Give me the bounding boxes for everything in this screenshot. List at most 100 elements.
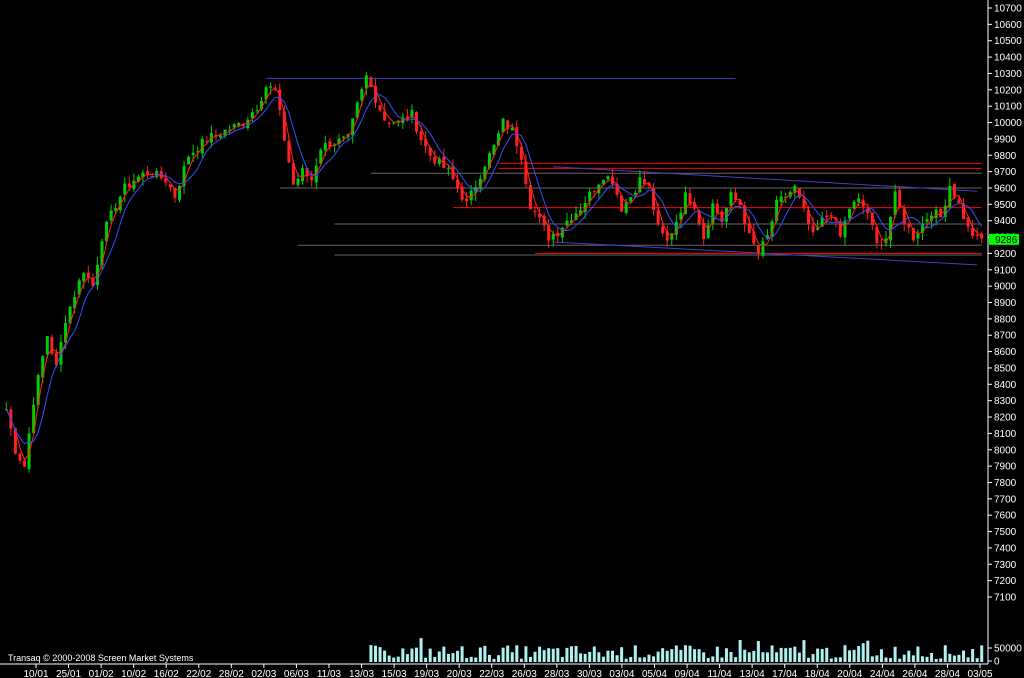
volume-bar [410,648,414,662]
y-tick-label: 8900 [994,298,1017,309]
y-tick-label: 9800 [994,151,1017,162]
volume-bar [633,645,637,662]
candle-body [879,244,883,246]
last-price-marker: 9286 [989,233,1019,246]
candle-body [934,209,938,218]
x-tick-label: 28/03 [544,669,569,678]
volume-bar [802,640,806,662]
volume-bar [588,651,592,662]
volume-bar [519,658,523,662]
y-tick-label: 7700 [994,494,1017,505]
volume-bar [656,651,660,662]
y-tick-label: 10400 [994,53,1022,64]
x-tick-label: 11/03 [317,669,342,678]
candle-body [916,233,920,239]
candle-body [829,215,833,217]
volume-bar [560,657,564,662]
y-tick-label: 8100 [994,429,1017,440]
candle-body [45,336,49,355]
candle-body [975,234,979,236]
volume-bar [702,652,706,662]
x-tick-label: 17/04 [772,669,797,678]
candle-body [592,190,596,192]
candle-body [246,119,250,129]
y-tick-label: 8800 [994,314,1017,325]
candle-body [556,232,560,235]
candle-body [18,453,22,461]
candle-body [852,201,856,209]
chart-background [0,0,1024,678]
candle-body [734,192,738,200]
candle-body [715,203,719,214]
candle-body [387,122,391,124]
volume-bar [916,646,920,662]
volume-bar [939,658,943,662]
x-tick-label: 11/04 [707,669,732,678]
volume-bar [889,658,893,662]
candle-body [465,198,469,202]
x-tick-label: 28/04 [935,669,960,678]
volume-bar [437,651,441,662]
y-tick-label: 10500 [994,36,1022,47]
volume-bar [405,654,409,662]
volume-bar [747,652,751,662]
volume-bar [752,650,756,662]
candle-body [114,208,118,211]
y-tick-label: 10100 [994,102,1022,113]
x-tick-label: 16/02 [154,669,179,678]
candle-body [907,223,911,228]
x-tick-label: 06/03 [284,669,309,678]
candle-body [551,233,555,240]
volume-bar [569,646,573,662]
volume-bar [720,657,724,662]
volume-bar [980,645,984,662]
volume-bar [797,652,801,662]
volume-bar [419,638,423,662]
volume-bar [820,648,824,662]
volume-bar [542,650,546,662]
volume-bar [579,653,583,662]
volume-bar [638,657,642,662]
volume-bar [674,645,678,662]
volume-bar [693,649,697,662]
last-price-label: 9286 [995,235,1018,246]
x-tick-label: 22/03 [479,669,504,678]
volume-bar [574,645,578,662]
y-tick-label: 8300 [994,396,1017,407]
candle-body [419,131,423,141]
volume-bar [852,649,856,662]
volume-bar [551,648,555,662]
volume-bar [920,656,924,662]
volume-bar [624,658,628,662]
candle-body [957,199,961,203]
y-tick-label: 9700 [994,167,1017,178]
candle-body [724,208,728,222]
candle-body [446,167,450,169]
volume-bar [834,657,838,662]
candle-body [642,179,646,185]
volume-bar [948,653,952,662]
volume-bar [369,645,373,662]
candle-body [342,136,346,138]
x-tick-label: 01/02 [89,669,114,678]
candle-body [761,241,765,256]
x-tick-label: 30/03 [577,669,602,678]
volume-bar [396,656,400,662]
volume-bar [875,655,879,662]
candle-body [123,183,127,195]
candle-body [364,75,368,89]
volume-bar [911,655,915,662]
volume-bar [688,645,692,662]
x-tick-label: 05/04 [642,669,667,678]
volume-bar [661,648,665,662]
volume-bar [642,657,646,662]
volume-bar [838,657,842,662]
volume-bar [770,645,774,662]
candle-body [255,110,259,112]
volume-bar [729,652,733,662]
y-tick-label: 9900 [994,134,1017,145]
candle-body [469,190,473,201]
candle-body [656,210,660,225]
volume-bar [925,656,929,662]
candle-body [191,152,195,156]
